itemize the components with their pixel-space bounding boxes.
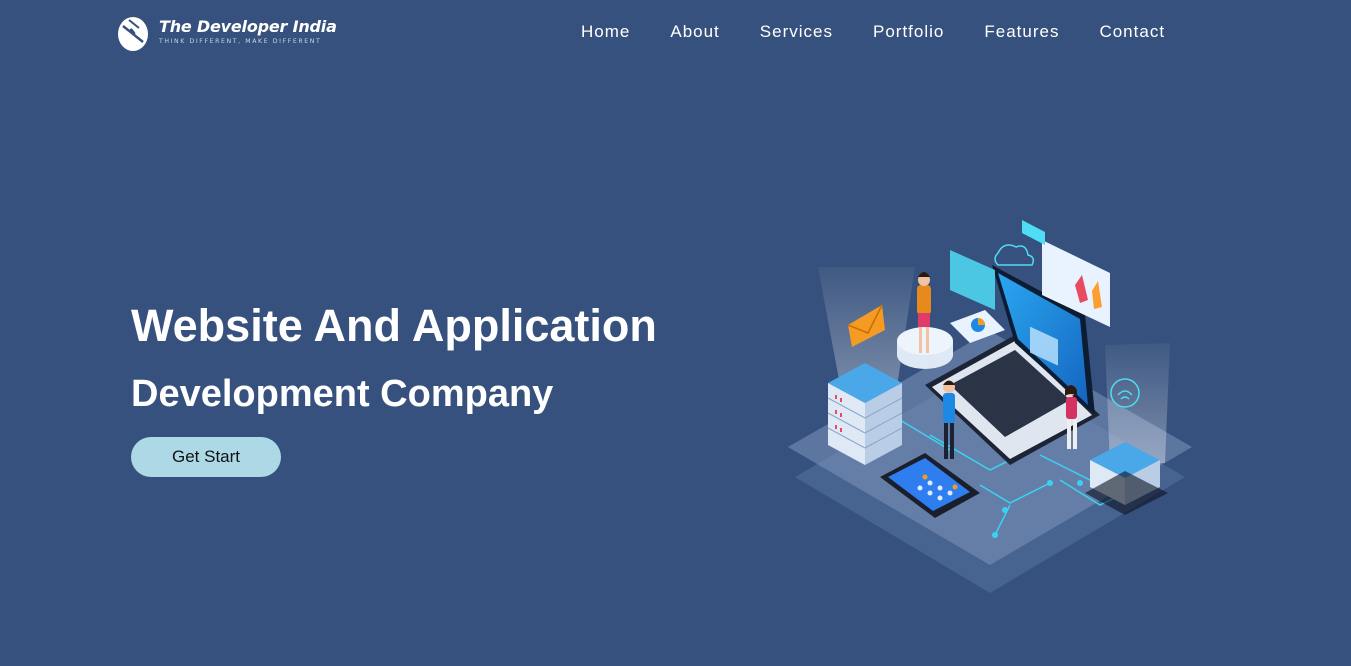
brand-text: The Developer India THINK DIFFERENT, MAK… (159, 16, 337, 45)
nav-services[interactable]: Services (760, 22, 833, 42)
nav-features[interactable]: Features (984, 22, 1059, 42)
hero-title-line-1: Website And Application (131, 300, 657, 351)
mouse-logo-icon (118, 17, 148, 51)
nav-portfolio[interactable]: Portfolio (873, 22, 944, 42)
nav-home[interactable]: Home (581, 22, 630, 42)
isometric-development-illustration (788, 220, 1192, 593)
brand-name: The Developer India (159, 16, 337, 36)
brand-tagline: THINK DIFFERENT, MAKE DIFFERENT (159, 37, 322, 45)
main-nav: Home About Services Portfolio Features C… (581, 22, 1165, 42)
nav-contact[interactable]: Contact (1099, 22, 1165, 42)
get-start-button[interactable]: Get Start (131, 437, 281, 477)
brand-logo[interactable]: The Developer India THINK DIFFERENT, MAK… (115, 12, 337, 52)
hero-title-line-2: Development Company (131, 373, 554, 415)
page: The Developer India THINK DIFFERENT, MAK… (0, 0, 1351, 666)
nav-about[interactable]: About (670, 22, 719, 42)
